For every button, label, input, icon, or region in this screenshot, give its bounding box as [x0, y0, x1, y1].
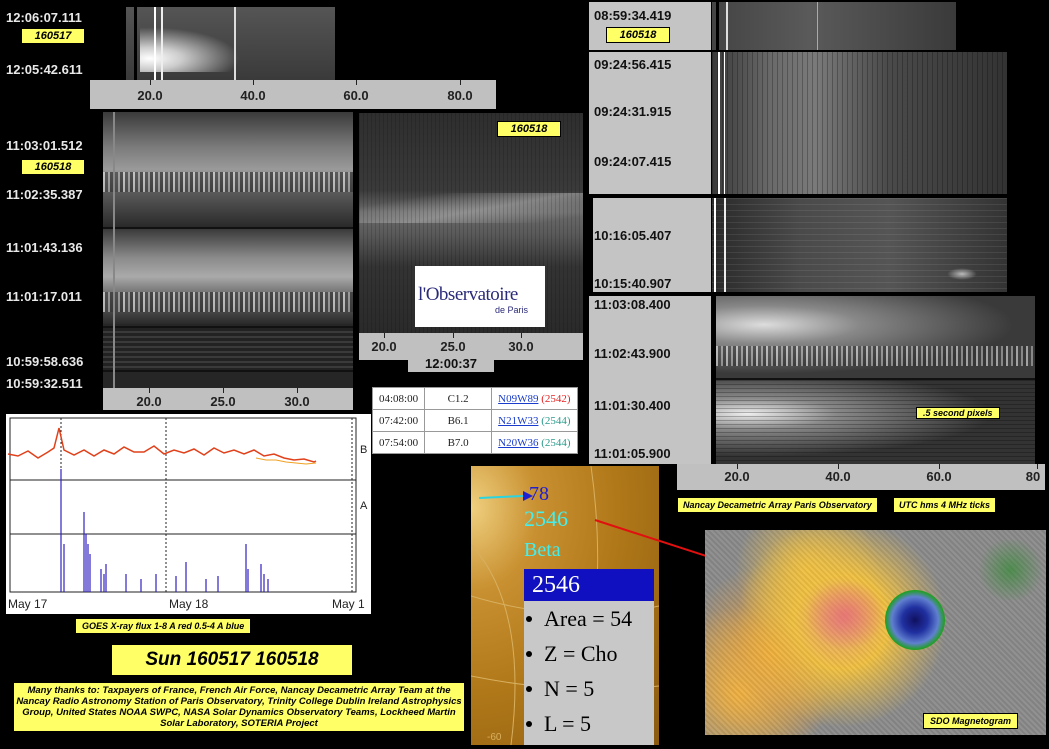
edge-label: -60 [487, 732, 502, 743]
time-label: 12:05:42.611 [6, 62, 83, 77]
goes-right-label: A [360, 500, 368, 512]
goes-x-label: May 1 [332, 597, 365, 611]
frequency-axis: 20.0 40.0 60.0 80.0 [90, 80, 496, 109]
spectrogram-right-3 [712, 198, 1007, 292]
time-panel [589, 52, 711, 194]
goes-right-label: B [360, 444, 368, 456]
location-link[interactable]: N09W89 [498, 393, 538, 405]
table-row: 07:54:00 B7.0 N20W36 (2544) [371, 431, 578, 454]
observatoire-logo: l'Observatoire de Paris [415, 266, 545, 327]
spectrogram-top [126, 7, 335, 80]
sun-region-image: 78 2546 Beta 2546 Area = 54 Z = Cho N = … [471, 466, 659, 745]
time-label: 11:01:43.136 [6, 240, 83, 255]
time-label: 08:59:34.419 [594, 8, 672, 23]
time-label: 09:24:07.415 [594, 154, 672, 169]
magnetogram-caption: SDO Magnetogram [923, 713, 1019, 729]
time-label: 10:59:32.511 [6, 376, 83, 391]
frequency-axis: 20.0 25.0 30.0 [103, 388, 353, 410]
mag-class-label: Beta [524, 539, 561, 561]
time-panel [589, 296, 711, 464]
table-row: 04:08:00 C1.2 N09W89 (2542) [371, 387, 578, 410]
date-badge: 160518 [497, 121, 561, 137]
page-title: Sun 160517 160518 [112, 645, 352, 675]
date-badge: 160518 [606, 27, 670, 43]
time-label: 11:03:08.400 [594, 297, 671, 312]
spectrogram-left [103, 112, 353, 388]
magnetogram-image: SDO Magnetogram [705, 530, 1046, 735]
goes-x-label: May 17 [8, 597, 48, 611]
list-item: N = 5 [524, 671, 654, 706]
time-label: 11:01:30.400 [594, 398, 671, 413]
time-label: 11:01:05.900 [594, 446, 671, 461]
credit-badge: Nancay Decametric Array Paris Observator… [677, 497, 878, 513]
time-label: 10:15:40.907 [594, 276, 672, 291]
time-label: 11:03:01.512 [6, 138, 83, 153]
goes-x-label: May 18 [169, 597, 209, 611]
time-label: 12:06:07.111 [6, 10, 82, 25]
spectrogram-right-4 [716, 296, 1035, 464]
flare-table-container: 04:08:00 C1.2 N09W89 (2542) 07:42:00 B6.… [371, 387, 578, 454]
time-label: 10:59:58.636 [6, 354, 84, 369]
spectrogram-right-2 [712, 52, 1007, 194]
goes-plot: B A May 17 May 18 May 1 [6, 414, 371, 614]
region-info-box: 2546 Area = 54 Z = Cho N = 5 L = 5 [524, 569, 654, 745]
frequency-axis: 20.0 40.0 60.0 80 [677, 464, 1045, 490]
spectrogram-right-1 [712, 2, 956, 50]
thanks-text: Many thanks to: Taxpayers of France, Fre… [14, 683, 464, 731]
region-id-label: 2546 [524, 506, 568, 531]
time-label: 11:02:35.387 [6, 187, 83, 202]
goes-caption: GOES X-ray flux 1-8 A red 0.5-4 A blue [75, 618, 252, 634]
list-item: L = 5 [524, 706, 654, 741]
list-item: Area = 54 [524, 601, 654, 636]
pixel-note-badge: .5 second pixels [916, 407, 1000, 419]
list-item: Z = Cho [524, 636, 654, 671]
flare-table: 04:08:00 C1.2 N09W89 (2542) 07:42:00 B6.… [371, 387, 578, 454]
time-label: 09:24:31.915 [594, 104, 672, 119]
time-label: 09:24:56.415 [594, 57, 672, 72]
time-label: 10:16:05.407 [594, 228, 672, 243]
location-link[interactable]: N21W33 [498, 415, 538, 427]
date-badge: 160517 [21, 28, 85, 44]
time-label: 11:02:43.900 [594, 346, 671, 361]
location-link[interactable]: N20W36 [498, 437, 538, 449]
time-box: 12:00:37 [408, 356, 494, 372]
time-label: 11:01:17.011 [6, 289, 82, 304]
units-badge: UTC hms 4 MHz ticks [893, 497, 997, 513]
table-row: 07:42:00 B6.1 N21W33 (2544) [371, 409, 578, 432]
date-badge: 160518 [21, 159, 85, 175]
arrow-label: 78 [529, 483, 549, 505]
